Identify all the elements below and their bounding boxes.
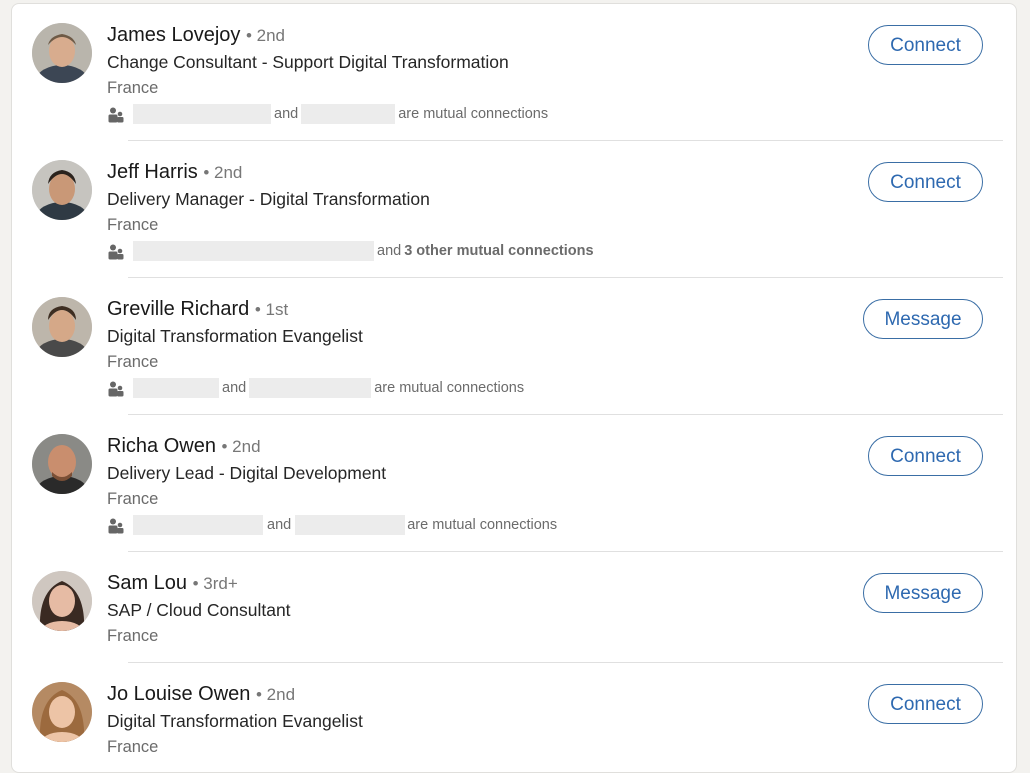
- mutual-other-count: 3 other mutual connections: [404, 243, 594, 259]
- mutual-and: and: [222, 380, 247, 396]
- profile-name[interactable]: Greville Richard: [107, 298, 249, 320]
- people-icon: [108, 244, 124, 259]
- message-button[interactable]: Message: [863, 573, 983, 613]
- profile-name[interactable]: Richa Owen: [107, 435, 216, 457]
- people-icon: [108, 518, 124, 533]
- result-info: James Lovejoy • 2nd Change Consultant - …: [107, 22, 827, 125]
- result-info: Greville Richard • 1st Digital Transform…: [107, 296, 827, 399]
- redacted-name: [133, 241, 374, 261]
- result-info: Jeff Harris • 2nd Delivery Manager - Dig…: [107, 159, 827, 262]
- profile-headline: Digital Transformation Evangelist: [107, 326, 363, 346]
- redacted-name: [133, 378, 219, 398]
- profile-headline: Change Consultant - Support Digital Tran…: [107, 52, 509, 72]
- connect-button[interactable]: Connect: [868, 436, 983, 476]
- people-icon: [108, 107, 124, 122]
- result-info: Jo Louise Owen • 2nd Digital Transformat…: [107, 681, 827, 760]
- mutual-and: and: [267, 517, 292, 533]
- profile-location: France: [107, 79, 159, 97]
- search-result-jeff-harris: Jeff Harris • 2nd Delivery Manager - Dig…: [32, 141, 1003, 278]
- profile-location: France: [107, 216, 159, 234]
- profile-location: France: [107, 490, 159, 508]
- search-result-sam-lou: Sam Lou • 3rd+ SAP / Cloud Consultant Fr…: [32, 552, 1003, 663]
- connection-degree: • 3rd+: [192, 574, 238, 593]
- avatar[interactable]: [32, 297, 92, 357]
- redacted-name: [249, 378, 372, 398]
- connection-degree: • 2nd: [245, 26, 286, 45]
- avatar[interactable]: [32, 571, 92, 631]
- profile-location: France: [107, 738, 159, 756]
- redacted-name: [133, 515, 263, 535]
- search-results-card: James Lovejoy • 2nd Change Consultant - …: [11, 3, 1017, 773]
- profile-name[interactable]: Jeff Harris: [107, 161, 198, 183]
- connect-button[interactable]: Connect: [868, 684, 983, 724]
- search-result-james-lovejoy: James Lovejoy • 2nd Change Consultant - …: [32, 4, 1003, 141]
- redacted-name: [301, 104, 396, 124]
- result-info: Sam Lou • 3rd+ SAP / Cloud Consultant Fr…: [107, 570, 827, 649]
- connection-degree: • 2nd: [221, 437, 261, 456]
- mutual-connections[interactable]: and are mutual connections: [107, 514, 827, 536]
- avatar[interactable]: [32, 160, 92, 220]
- avatar[interactable]: [32, 23, 92, 83]
- mutual-suffix: are mutual connections: [398, 106, 549, 122]
- redacted-name: [133, 104, 271, 124]
- connection-degree: • 1st: [254, 300, 289, 319]
- mutual-connections[interactable]: and are mutual connections: [107, 103, 827, 125]
- connect-button[interactable]: Connect: [868, 25, 983, 65]
- profile-headline: Delivery Lead - Digital Development: [107, 463, 387, 483]
- profile-name[interactable]: Jo Louise Owen: [107, 683, 250, 705]
- avatar[interactable]: [32, 434, 92, 494]
- mutual-and: and: [274, 106, 299, 122]
- mutual-connections[interactable]: and are mutual connections: [107, 377, 827, 399]
- profile-name[interactable]: James Lovejoy: [107, 24, 240, 46]
- profile-headline: SAP / Cloud Consultant: [107, 600, 291, 620]
- avatar[interactable]: [32, 682, 92, 742]
- connection-degree: • 2nd: [203, 163, 243, 182]
- message-button[interactable]: Message: [863, 299, 983, 339]
- people-icon: [108, 381, 124, 396]
- mutual-and: and: [377, 243, 402, 259]
- redacted-name: [295, 515, 406, 535]
- search-result-greville-richard: Greville Richard • 1st Digital Transform…: [32, 278, 1003, 415]
- mutual-suffix: are mutual connections: [374, 380, 525, 396]
- profile-headline: Delivery Manager - Digital Transformatio…: [107, 189, 430, 209]
- connect-button[interactable]: Connect: [868, 162, 983, 202]
- profile-headline: Digital Transformation Evangelist: [107, 711, 363, 731]
- search-result-richa-owen: Richa Owen • 2nd Delivery Lead - Digital…: [32, 415, 1003, 552]
- profile-location: France: [107, 627, 159, 645]
- result-info: Richa Owen • 2nd Delivery Lead - Digital…: [107, 433, 827, 536]
- mutual-suffix: are mutual connections: [407, 517, 558, 533]
- mutual-connections[interactable]: and 3 other mutual connections: [107, 240, 827, 262]
- connection-degree: • 2nd: [255, 685, 296, 704]
- profile-location: France: [107, 353, 159, 371]
- profile-name[interactable]: Sam Lou: [107, 572, 187, 594]
